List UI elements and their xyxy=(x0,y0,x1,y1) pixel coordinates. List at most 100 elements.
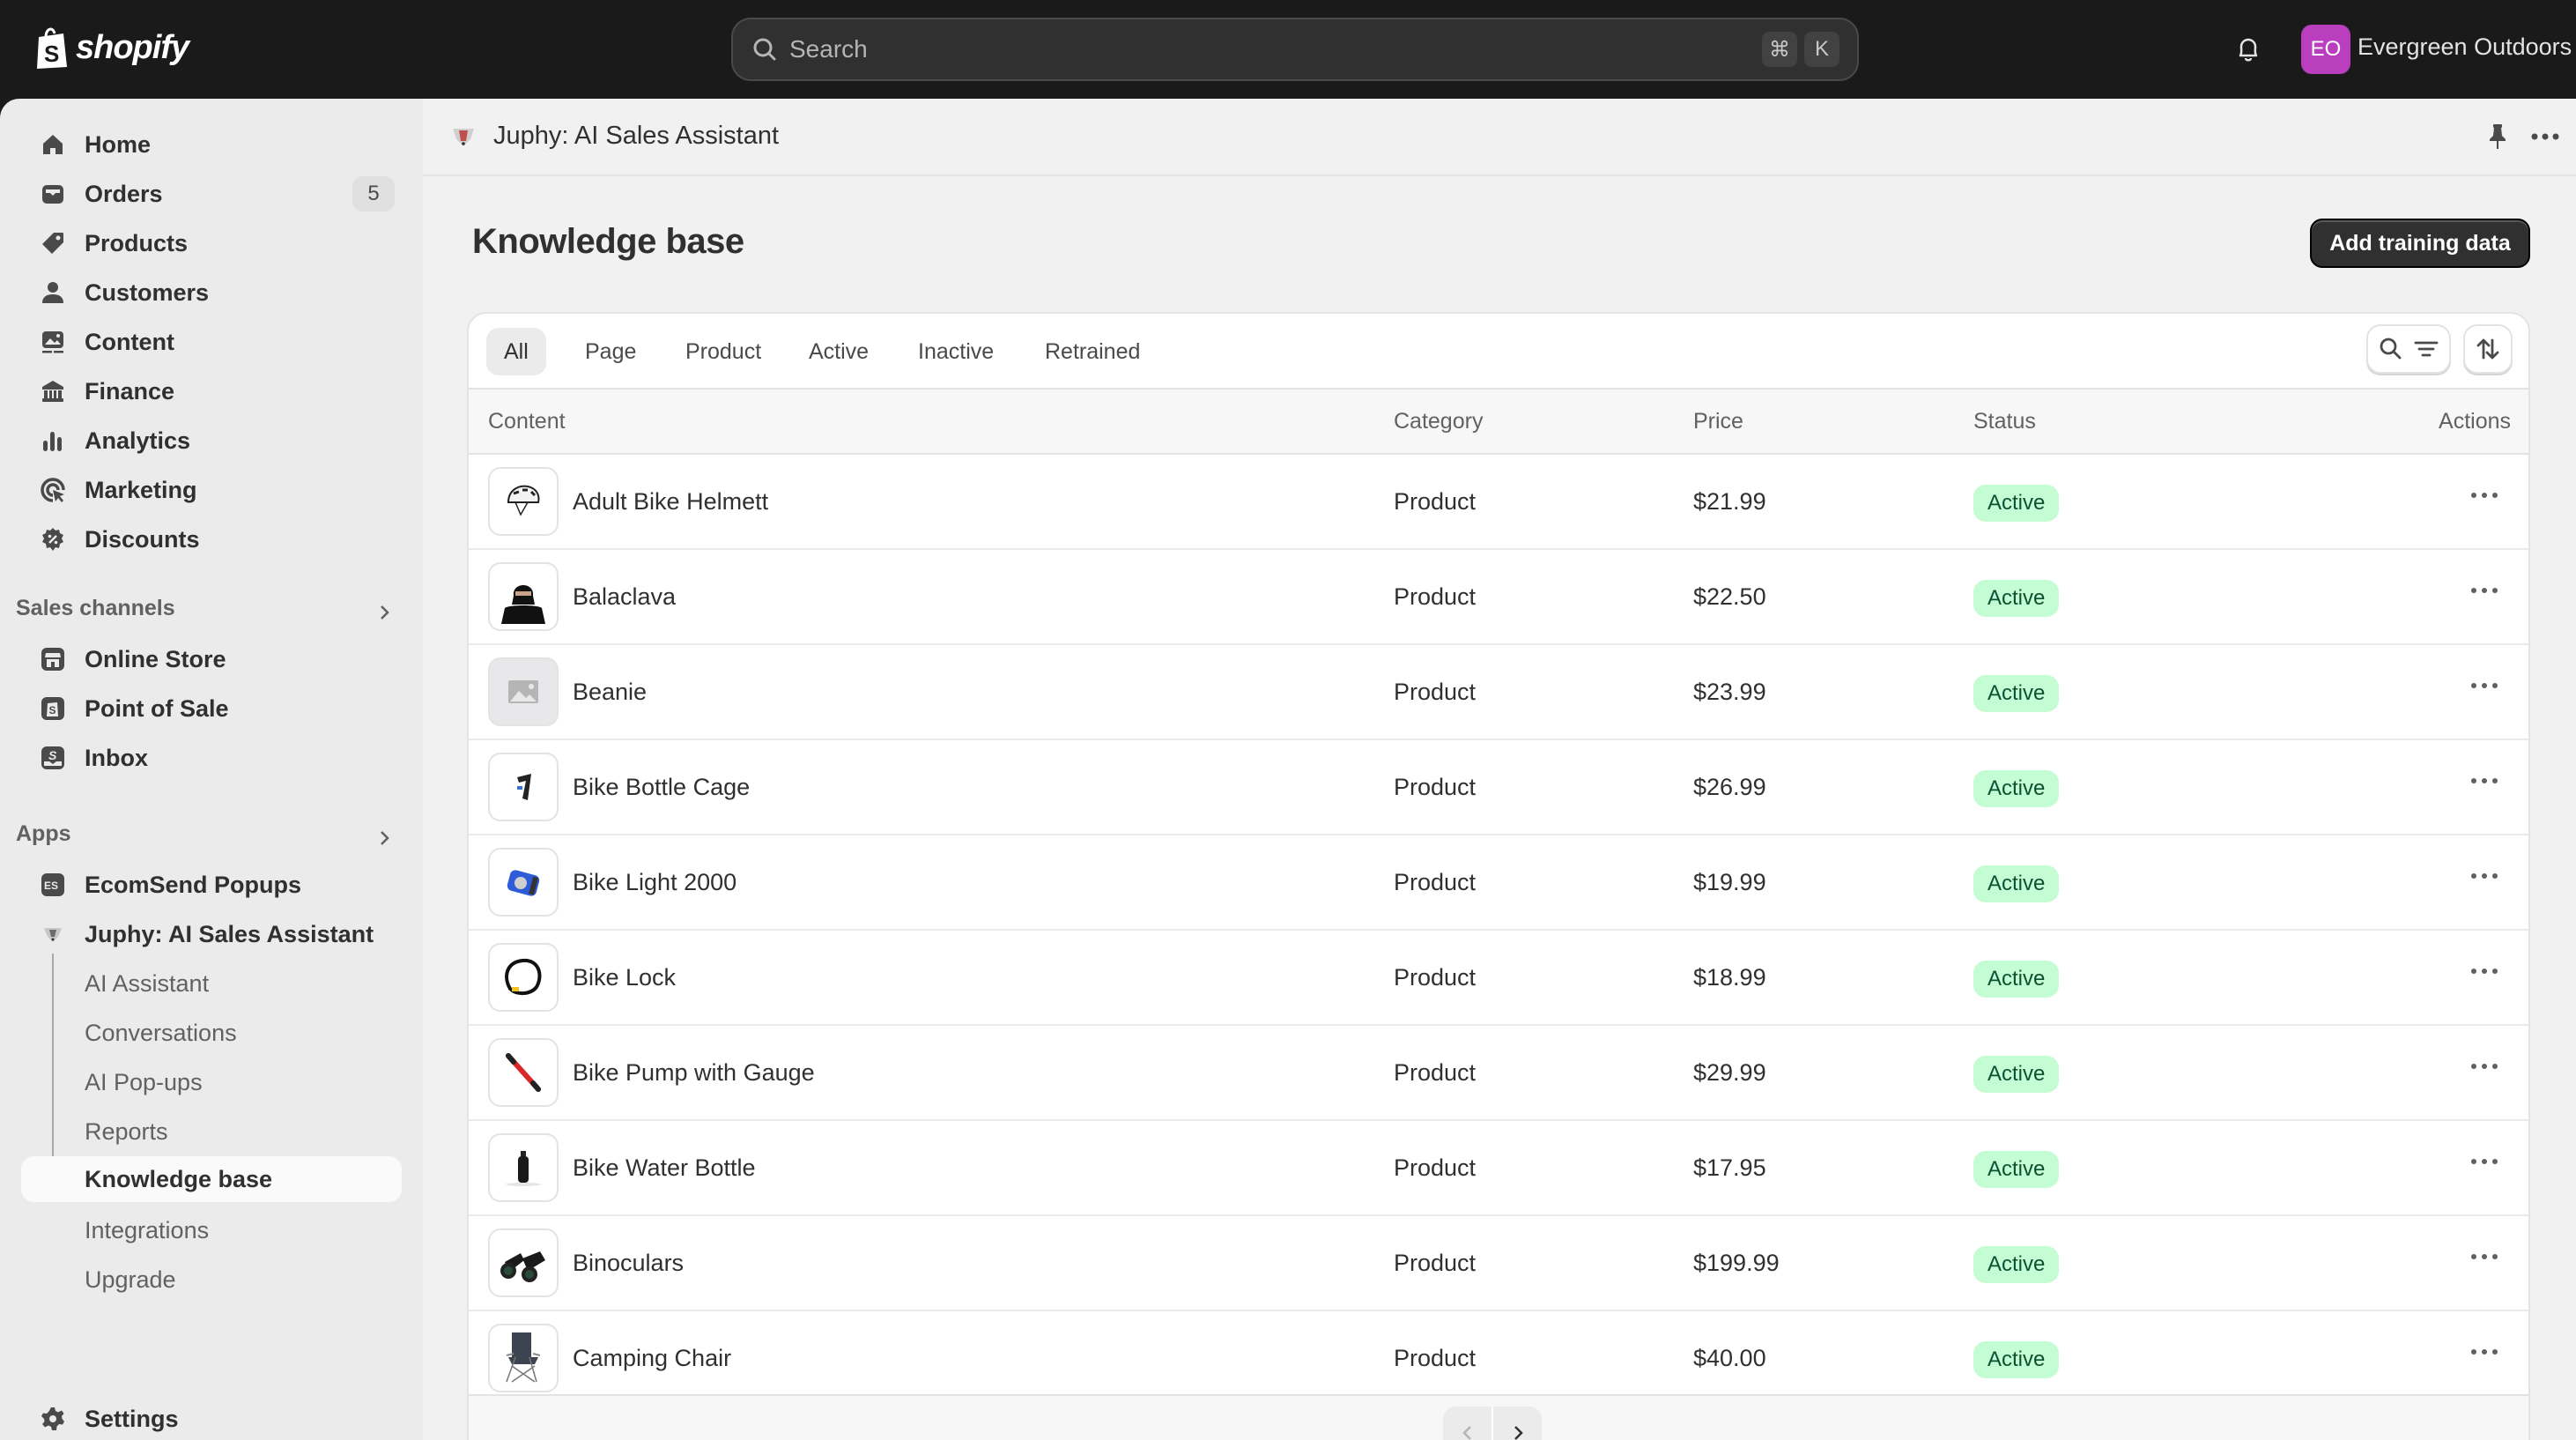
sidebar-subitem-reports[interactable]: Reports xyxy=(21,1109,402,1154)
table-row[interactable]: Beanie Product $23.99 Active xyxy=(469,645,2528,740)
pin-icon[interactable] xyxy=(2483,122,2513,152)
sidebar-item-inbox[interactable]: S Inbox xyxy=(21,735,402,781)
sidebar-item-customers[interactable]: Customers xyxy=(21,270,402,315)
chevron-right-icon[interactable] xyxy=(375,603,395,622)
sidebar-subitem-integrations[interactable]: Integrations xyxy=(21,1207,402,1253)
price-cell: $21.99 xyxy=(1693,488,1766,515)
row-actions-more-icon[interactable] xyxy=(2469,679,2500,696)
app-title: Juphy: AI Sales Assistant xyxy=(493,122,780,150)
orders-count-badge: 5 xyxy=(352,176,395,212)
column-header-content[interactable]: Content xyxy=(488,409,566,434)
category-cell: Product xyxy=(1394,488,1477,515)
sidebar-item-discounts[interactable]: Discounts xyxy=(21,516,402,562)
next-page-button[interactable] xyxy=(1492,1407,1542,1440)
table-row[interactable]: Bike Pump with Gauge Product $29.99 Active xyxy=(469,1026,2528,1121)
sort-icon xyxy=(2476,338,2499,360)
sidebar-item-home[interactable]: Home xyxy=(21,122,402,167)
content-cell[interactable]: Bike Water Bottle xyxy=(573,1154,756,1182)
kbd-k: K xyxy=(1804,32,1839,67)
chevron-right-icon[interactable] xyxy=(375,828,395,848)
row-actions-more-icon[interactable] xyxy=(2469,869,2500,887)
content-cell[interactable]: Balaclava xyxy=(573,583,676,611)
svg-text:S: S xyxy=(48,748,57,762)
sidebar-item-ecomsend-popups[interactable]: ES EcomSend Popups xyxy=(21,862,402,908)
table-row[interactable]: Bike Water Bottle Product $17.95 Active xyxy=(469,1121,2528,1216)
sidebar-item-online-store[interactable]: Online Store xyxy=(21,636,402,682)
orders-icon xyxy=(39,180,67,208)
tab-active[interactable]: Active xyxy=(791,328,886,375)
sidebar-item-label: Conversations xyxy=(85,1019,237,1046)
table-row[interactable]: Bike Light 2000 Product $19.99 Active xyxy=(469,835,2528,931)
status-badge: Active xyxy=(1973,485,2060,522)
table-row[interactable]: Bike Bottle Cage Product $26.99 Active xyxy=(469,740,2528,835)
tab-all[interactable]: All xyxy=(486,328,546,375)
content-cell[interactable]: Camping Chair xyxy=(573,1345,731,1372)
sidebar-subitem-conversations[interactable]: Conversations xyxy=(21,1010,402,1056)
sidebar-subitem-ai-assistant[interactable]: AI Assistant xyxy=(21,961,402,1006)
row-actions-more-icon[interactable] xyxy=(2469,1154,2500,1172)
sidebar-item-marketing[interactable]: Marketing xyxy=(21,467,402,513)
sidebar-item-analytics[interactable]: Analytics xyxy=(21,418,402,464)
category-cell: Product xyxy=(1394,583,1477,610)
sidebar-item-label: Content xyxy=(85,328,174,355)
shopify-logo[interactable]: S shopify xyxy=(33,25,189,71)
content-cell[interactable]: Bike Light 2000 xyxy=(573,869,737,896)
table-row[interactable]: Binoculars Product $199.99 Active xyxy=(469,1216,2528,1311)
table-row[interactable]: Adult Bike Helmett Product $21.99 Active xyxy=(469,455,2528,550)
content-cell[interactable]: Bike Bottle Cage xyxy=(573,774,750,801)
search-filter-button[interactable] xyxy=(2366,324,2451,374)
apps-heading[interactable]: Apps xyxy=(16,821,71,847)
content-cell[interactable]: Adult Bike Helmett xyxy=(573,488,768,516)
search-input[interactable]: Search ⌘ K xyxy=(731,18,1859,81)
sidebar-item-label: Online Store xyxy=(85,645,226,672)
status-badge: Active xyxy=(1973,1151,2060,1188)
sidebar-item-label: Juphy: AI Sales Assistant xyxy=(85,920,374,947)
sidebar-item-point-of-sale[interactable]: S Point of Sale xyxy=(21,686,402,731)
person-icon xyxy=(39,278,67,307)
sidebar-item-finance[interactable]: Finance xyxy=(21,368,402,414)
tab-inactive[interactable]: Inactive xyxy=(900,328,1011,375)
tab-retrained[interactable]: Retrained xyxy=(1027,328,1158,375)
notification-bell-icon[interactable] xyxy=(2232,33,2264,65)
sidebar-subitem-ai-popups[interactable]: AI Pop-ups xyxy=(21,1059,402,1105)
sidebar-subitem-knowledge-base[interactable]: Knowledge base xyxy=(21,1156,402,1202)
content-cell[interactable]: Beanie xyxy=(573,679,647,706)
sidebar-item-content[interactable]: Content xyxy=(21,319,402,365)
content-cell[interactable]: Bike Lock xyxy=(573,964,676,991)
row-actions-more-icon[interactable] xyxy=(2469,583,2500,601)
tab-page[interactable]: Page xyxy=(567,328,654,375)
sidebar-item-juphy[interactable]: Juphy: AI Sales Assistant xyxy=(21,911,402,957)
store-name[interactable]: Evergreen Outdoors xyxy=(2358,33,2572,61)
sidebar-subitem-upgrade[interactable]: Upgrade xyxy=(21,1257,402,1303)
table-row[interactable]: Camping Chair Product $40.00 Active xyxy=(469,1311,2528,1407)
category-cell: Product xyxy=(1394,964,1477,991)
column-header-category[interactable]: Category xyxy=(1394,409,1483,434)
sort-button[interactable] xyxy=(2463,324,2513,374)
row-actions-more-icon[interactable] xyxy=(2469,1250,2500,1267)
table-row[interactable]: Bike Lock Product $18.99 Active xyxy=(469,931,2528,1026)
pagination xyxy=(1443,1407,1542,1440)
svg-text:S: S xyxy=(49,704,56,716)
sales-channels-heading[interactable]: Sales channels xyxy=(16,596,175,621)
content-cell[interactable]: Binoculars xyxy=(573,1250,684,1277)
table-row[interactable]: Balaclava Product $22.50 Active xyxy=(469,550,2528,645)
column-header-status[interactable]: Status xyxy=(1973,409,2036,434)
store-avatar[interactable]: EO xyxy=(2301,25,2350,74)
column-header-price[interactable]: Price xyxy=(1693,409,1743,434)
sidebar-item-label: Analytics xyxy=(85,427,191,454)
knowledge-base-table-card: All Page Product Active Inactive Retrain… xyxy=(467,312,2530,1440)
sidebar-item-settings[interactable]: Settings xyxy=(21,1396,402,1440)
sidebar-item-products[interactable]: Products xyxy=(21,220,402,266)
row-actions-more-icon[interactable] xyxy=(2469,774,2500,791)
sidebar-item-orders[interactable]: Orders 5 xyxy=(21,171,402,217)
more-horizontal-icon[interactable] xyxy=(2528,123,2562,150)
row-actions-more-icon[interactable] xyxy=(2469,488,2500,506)
tab-product[interactable]: Product xyxy=(668,328,779,375)
add-training-data-button[interactable]: Add training data xyxy=(2310,219,2530,268)
previous-page-button[interactable] xyxy=(1443,1407,1492,1440)
row-actions-more-icon[interactable] xyxy=(2469,1059,2500,1077)
row-actions-more-icon[interactable] xyxy=(2469,1345,2500,1362)
row-actions-more-icon[interactable] xyxy=(2469,964,2500,982)
content-cell[interactable]: Bike Pump with Gauge xyxy=(573,1059,815,1087)
price-cell: $40.00 xyxy=(1693,1345,1766,1371)
